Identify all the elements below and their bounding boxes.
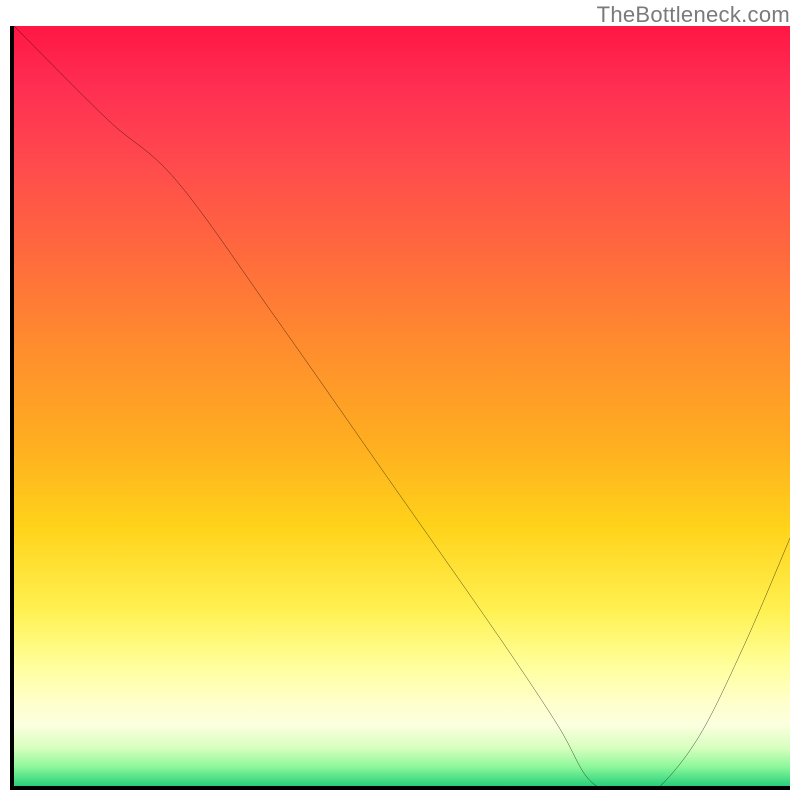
- chart-container: TheBottleneck.com: [0, 0, 800, 800]
- optimal-marker: [588, 789, 650, 790]
- watermark-text: TheBottleneck.com: [597, 2, 790, 28]
- plot-area: [10, 26, 790, 790]
- bottleneck-curve: [14, 26, 790, 790]
- chart-svg: [14, 26, 790, 790]
